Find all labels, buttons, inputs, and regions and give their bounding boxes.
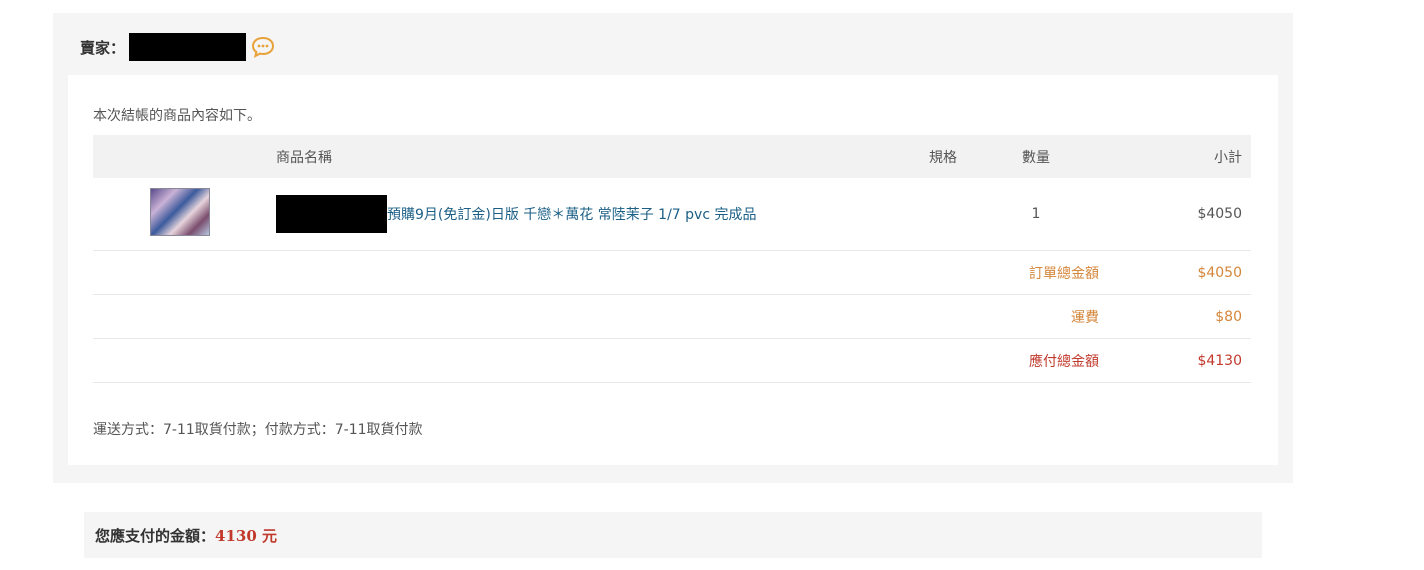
product-spec [913, 178, 973, 251]
table-header-row: 商品名稱 規格 數量 小計 [93, 135, 1251, 178]
seller-header: 賣家： [80, 33, 275, 61]
column-header-image [93, 135, 266, 178]
product-name-cell: 預購9月(免訂金)日版 千戀＊萬花 常陸茉子 1/7 pvc 完成品 [266, 178, 913, 251]
order-total-value: $4050 [1099, 250, 1251, 295]
summary-row-shipping-fee: 運費 $80 [93, 294, 1251, 339]
seller-label: 賣家： [80, 38, 126, 57]
table-row: 預購9月(免訂金)日版 千戀＊萬花 常陸茉子 1/7 pvc 完成品 1 $40… [93, 178, 1251, 251]
product-image-cell [93, 178, 266, 251]
shipping-fee-value: $80 [1099, 294, 1251, 339]
column-header-qty: 數量 [973, 135, 1099, 178]
column-header-spec: 規格 [913, 135, 973, 178]
product-prefix-redacted [276, 195, 387, 233]
payment-label: 您應支付的金額： [95, 526, 216, 545]
order-intro: 本次結帳的商品內容如下。 [93, 108, 261, 124]
payment-amount: 4130 元 [215, 526, 277, 545]
product-thumbnail[interactable] [149, 188, 210, 236]
product-subtotal: $4050 [1099, 178, 1251, 251]
product-name-link[interactable]: 預購9月(免訂金)日版 千戀＊萬花 常陸茉子 1/7 pvc 完成品 [387, 204, 756, 224]
seller-order-panel: 賣家： 本次結帳的商品內容如下。 商品名稱 規格 數量 小計 預購9月(免訂金)… [53, 13, 1293, 483]
summary-row-order-total: 訂單總金額 $4050 [93, 250, 1251, 295]
seller-name-redacted [129, 33, 247, 61]
column-header-subtotal: 小計 [1099, 135, 1251, 178]
shipping-fee-label: 運費 [93, 294, 1099, 339]
order-card: 本次結帳的商品內容如下。 商品名稱 規格 數量 小計 預購9月(免訂金)日版 千… [68, 75, 1278, 465]
product-qty: 1 [973, 178, 1099, 251]
payment-card: 您應支付的金額： 4130 元 [64, 491, 1282, 570]
shipping-payment-method: 運送方式：7-11取貨付款；付款方式：7-11取貨付款 [93, 422, 423, 438]
amount-due-label: 應付總金額 [93, 338, 1099, 383]
order-items-table: 商品名稱 規格 數量 小計 預購9月(免訂金)日版 千戀＊萬花 常陸茉子 1/7… [93, 135, 1251, 383]
payment-amount-bar: 您應支付的金額： 4130 元 [84, 512, 1262, 558]
summary-row-amount-due: 應付總金額 $4130 [93, 338, 1251, 383]
chat-bubble-icon[interactable] [251, 36, 275, 58]
order-total-label: 訂單總金額 [93, 250, 1099, 295]
column-header-name: 商品名稱 [266, 135, 913, 178]
amount-due-value: $4130 [1099, 338, 1251, 383]
